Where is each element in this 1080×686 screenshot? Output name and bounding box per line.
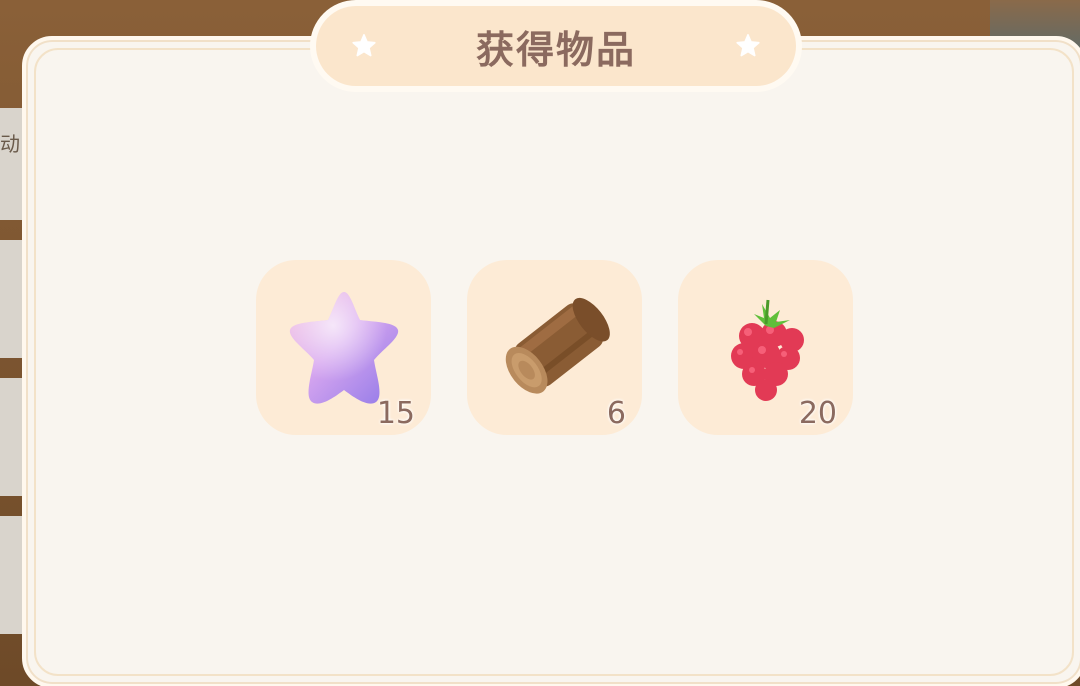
wood-log-icon: [505, 297, 610, 394]
item-count: 6: [606, 396, 626, 431]
dialog-title-banner: 获得物品: [310, 0, 802, 92]
title-inner: 获得物品: [316, 6, 796, 86]
background-tab-label: 动: [0, 132, 20, 156]
dialog-title: 获得物品: [475, 27, 636, 72]
star-icon: [736, 34, 760, 57]
item-count: 20: [798, 396, 837, 431]
item-count: 15: [376, 396, 415, 431]
reward-items-row: 15 6 20: [256, 260, 853, 435]
reward-item-slot[interactable]: 15: [256, 260, 431, 435]
star-icon: [352, 34, 376, 57]
reward-item-slot[interactable]: 6: [467, 260, 642, 435]
reward-item-slot[interactable]: 20: [678, 260, 853, 435]
